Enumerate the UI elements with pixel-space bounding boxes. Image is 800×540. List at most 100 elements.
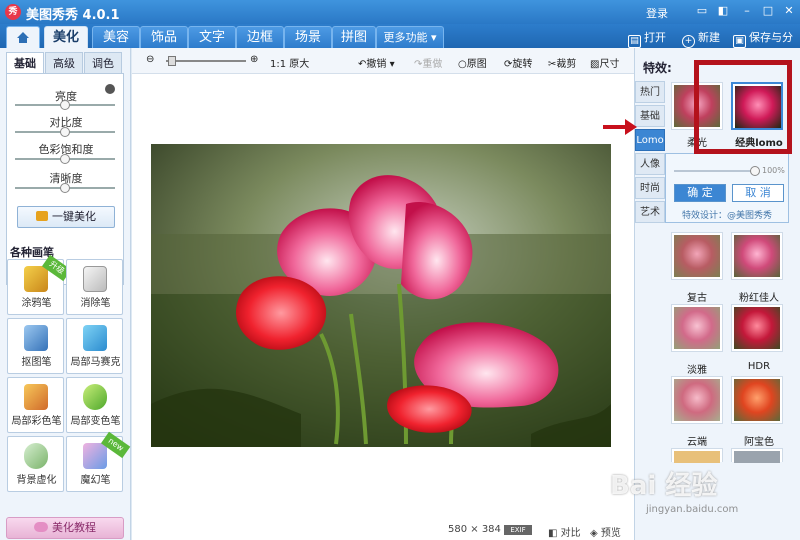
brush-magic[interactable]: new 魔幻笔	[66, 431, 131, 492]
effect-hdr[interactable]	[731, 304, 783, 352]
brush-eraser[interactable]: 消除笔	[66, 259, 123, 315]
pink-beauty-thumb	[734, 235, 780, 277]
photo-canvas[interactable]	[132, 74, 634, 540]
confirm-button[interactable]: 确 定	[674, 184, 726, 202]
subtab-advanced[interactable]: 高级	[45, 52, 83, 74]
zoom-out-icon[interactable]: ⊖	[146, 54, 154, 65]
saturation-slider[interactable]	[15, 154, 115, 164]
saturation-knob[interactable]	[60, 154, 70, 164]
title-bar: 秀 美图秀秀 4.0.1 登录 ▭ ◧ – □ ✕	[0, 0, 800, 24]
blur-icon	[24, 443, 48, 469]
poppy-photo[interactable]	[151, 144, 611, 447]
app-title: 美图秀秀 4.0.1	[26, 8, 120, 23]
minimize-icon[interactable]: –	[740, 4, 754, 18]
one-key-beautify-button[interactable]: 一键美化	[17, 206, 115, 228]
effect-opacity-popup: 100% 确 定 取 消 特效设计：@美图秀秀	[665, 153, 789, 223]
cutout-pen-icon	[24, 325, 48, 351]
effect-abao[interactable]	[731, 376, 783, 424]
brush-eraser-label: 消除笔	[80, 298, 111, 309]
sharpness-knob[interactable]	[60, 183, 70, 193]
close-icon[interactable]: ✕	[782, 4, 796, 18]
effect-cloud[interactable]	[671, 376, 723, 424]
preview-label: 预览	[600, 528, 621, 539]
undo-dropdown-icon[interactable]: ▾	[386, 59, 395, 70]
rotate-button[interactable]: ⟳旋转	[504, 55, 532, 70]
effect-elegant[interactable]	[671, 304, 723, 352]
sharpness-slider[interactable]	[15, 183, 115, 193]
category-fashion[interactable]: 时尚	[635, 177, 665, 199]
maximize-icon[interactable]: □	[761, 4, 775, 18]
tab-decor[interactable]: 饰品	[140, 26, 188, 48]
subtab-color[interactable]: 调色	[84, 52, 122, 74]
category-art[interactable]: 艺术	[635, 201, 665, 223]
category-hot[interactable]: 热门	[635, 81, 665, 103]
home-tab[interactable]	[6, 26, 40, 48]
redo-button[interactable]: ↷重做	[414, 55, 442, 70]
brush-mosaic[interactable]: 局部马赛克	[66, 318, 123, 374]
effect-pink-beauty[interactable]	[731, 232, 783, 280]
brush-magic-label: 魔幻笔	[80, 475, 111, 486]
message-icon[interactable]: ▭	[695, 4, 709, 18]
color-brush-icon	[24, 384, 48, 410]
beautify-tutorial-button[interactable]: 美化教程	[6, 517, 124, 539]
save-icon: ▣	[733, 35, 746, 48]
exif-button[interactable]: EXIF	[504, 525, 532, 535]
new-button[interactable]: + 新建	[682, 29, 720, 48]
cancel-button[interactable]: 取 消	[732, 184, 784, 202]
highlight-box	[694, 60, 792, 154]
effect-more-2[interactable]	[731, 448, 783, 463]
category-basic[interactable]: 基础	[635, 105, 665, 127]
contrast-knob[interactable]	[60, 127, 70, 137]
opacity-knob[interactable]	[750, 166, 760, 176]
brightness-slider[interactable]	[15, 100, 115, 110]
brightness-knob[interactable]	[60, 100, 70, 110]
login-link[interactable]: 登录	[646, 5, 668, 21]
original-button[interactable]: ○原图	[458, 55, 487, 70]
brush-cutout[interactable]: 抠图笔	[7, 318, 64, 374]
crop-button[interactable]: ✂裁剪	[548, 55, 576, 70]
more-features-menu[interactable]: 更多功能 ▾	[376, 26, 444, 48]
left-panel: 基础 高级 调色 亮度 对比度 色彩饱和度 清晰度 一键美化 各种画笔 升级 涂…	[0, 48, 131, 540]
brush-color[interactable]: 局部彩色笔	[7, 377, 64, 433]
preview-icon: ◈	[590, 528, 601, 539]
tab-makeup[interactable]: 美容	[92, 26, 140, 48]
brush-bg-blur[interactable]: 背景虚化	[7, 436, 64, 492]
one-key-label: 一键美化	[52, 210, 96, 223]
resize-label: 尺寸	[599, 59, 620, 70]
contrast-slider[interactable]	[15, 127, 115, 137]
compare-button[interactable]: ◧ 对比	[548, 524, 581, 539]
zoom-in-icon[interactable]: ⊕	[250, 54, 258, 65]
tab-text[interactable]: 文字	[188, 26, 236, 48]
tab-scene[interactable]: 场景	[284, 26, 332, 48]
compare-icon: ◧	[548, 528, 561, 539]
effect-credit[interactable]: 特效设计：@美图秀秀	[682, 208, 772, 221]
more-1-thumb	[674, 451, 720, 463]
resize-button[interactable]: ▨尺寸	[590, 55, 619, 70]
original-size-button[interactable]: 1:1 原大	[270, 55, 309, 70]
zoom-knob[interactable]	[168, 56, 176, 66]
category-portrait[interactable]: 人像	[635, 153, 665, 175]
brush-recolor-label: 局部变色笔	[70, 416, 121, 427]
open-button[interactable]: ▤ 打开	[628, 29, 666, 48]
brush-recolor[interactable]: 局部变色笔	[66, 377, 123, 433]
effect-more-1[interactable]	[671, 448, 723, 463]
effect-retro[interactable]	[671, 232, 723, 280]
brush-doodle[interactable]: 升级 涂鸦笔	[7, 254, 72, 315]
plus-icon: +	[682, 35, 695, 48]
tab-collage[interactable]: 拼图	[332, 26, 376, 48]
skin-icon[interactable]: ◧	[716, 4, 730, 18]
effect-cloud-label: 云端	[687, 437, 707, 448]
undo-button[interactable]: ↶撤销 ▾	[358, 55, 395, 70]
category-lomo[interactable]: Lomo	[635, 129, 665, 151]
brush-color-label: 局部彩色笔	[11, 416, 62, 427]
preview-button[interactable]: ◈ 预览	[590, 524, 621, 539]
magic-wand-icon	[36, 211, 48, 221]
tab-beautify[interactable]: 美化	[44, 26, 88, 48]
tab-frame[interactable]: 边框	[236, 26, 284, 48]
brush-mosaic-label: 局部马赛克	[70, 357, 121, 368]
main-nav: 美化 美容 饰品 文字 边框 场景 拼图 更多功能 ▾ ▤ 打开 + 新建 ▣ 保存与…	[0, 24, 800, 63]
zoom-slider[interactable]	[166, 60, 246, 62]
original-icon: ○	[458, 59, 467, 70]
opacity-slider[interactable]	[674, 166, 760, 176]
subtab-basic[interactable]: 基础	[6, 52, 44, 74]
